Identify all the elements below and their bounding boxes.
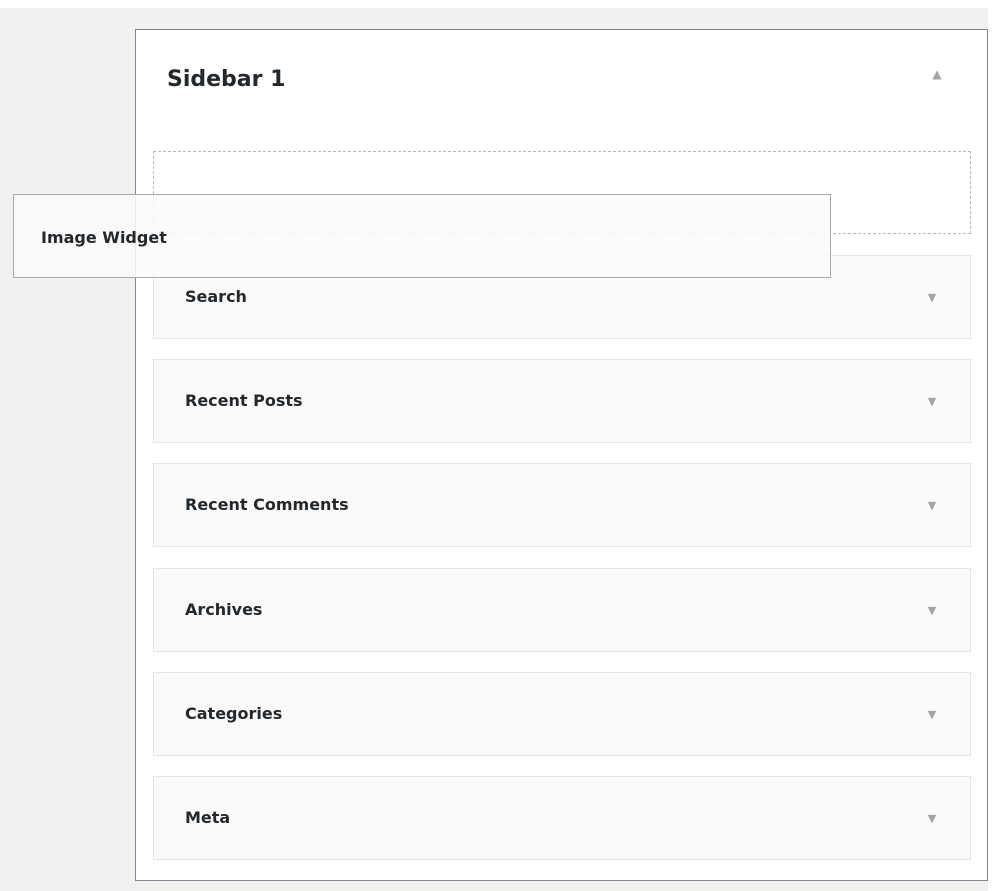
- triangle-down-icon[interactable]: ▼: [924, 496, 940, 514]
- dragging-image-widget[interactable]: Image Widget: [13, 194, 831, 278]
- widget-title: Recent Comments: [185, 495, 349, 514]
- widget-title: Search: [185, 287, 247, 306]
- triangle-up-icon[interactable]: ▲: [927, 64, 947, 84]
- widget-title: Categories: [185, 704, 283, 723]
- widget-meta[interactable]: Meta ▼: [153, 776, 971, 860]
- widget-categories[interactable]: Categories ▼: [153, 672, 971, 756]
- triangle-down-icon[interactable]: ▼: [924, 601, 940, 619]
- widget-recent-comments[interactable]: Recent Comments ▼: [153, 463, 971, 547]
- triangle-down-icon[interactable]: ▼: [924, 809, 940, 827]
- widget-title: Meta: [185, 808, 231, 827]
- widget-title: Archives: [185, 600, 263, 619]
- sidebar-1-panel: Sidebar 1 ▲ Search ▼ Recent Posts ▼ Rece…: [135, 29, 988, 881]
- sidebar-title: Sidebar 1: [167, 67, 286, 92]
- triangle-down-icon[interactable]: ▼: [924, 288, 940, 306]
- widget-title: Recent Posts: [185, 391, 303, 410]
- widget-title: Image Widget: [41, 228, 167, 247]
- widget-recent-posts[interactable]: Recent Posts ▼: [153, 359, 971, 443]
- triangle-down-icon[interactable]: ▼: [924, 705, 940, 723]
- triangle-down-icon[interactable]: ▼: [924, 392, 940, 410]
- widget-archives[interactable]: Archives ▼: [153, 568, 971, 652]
